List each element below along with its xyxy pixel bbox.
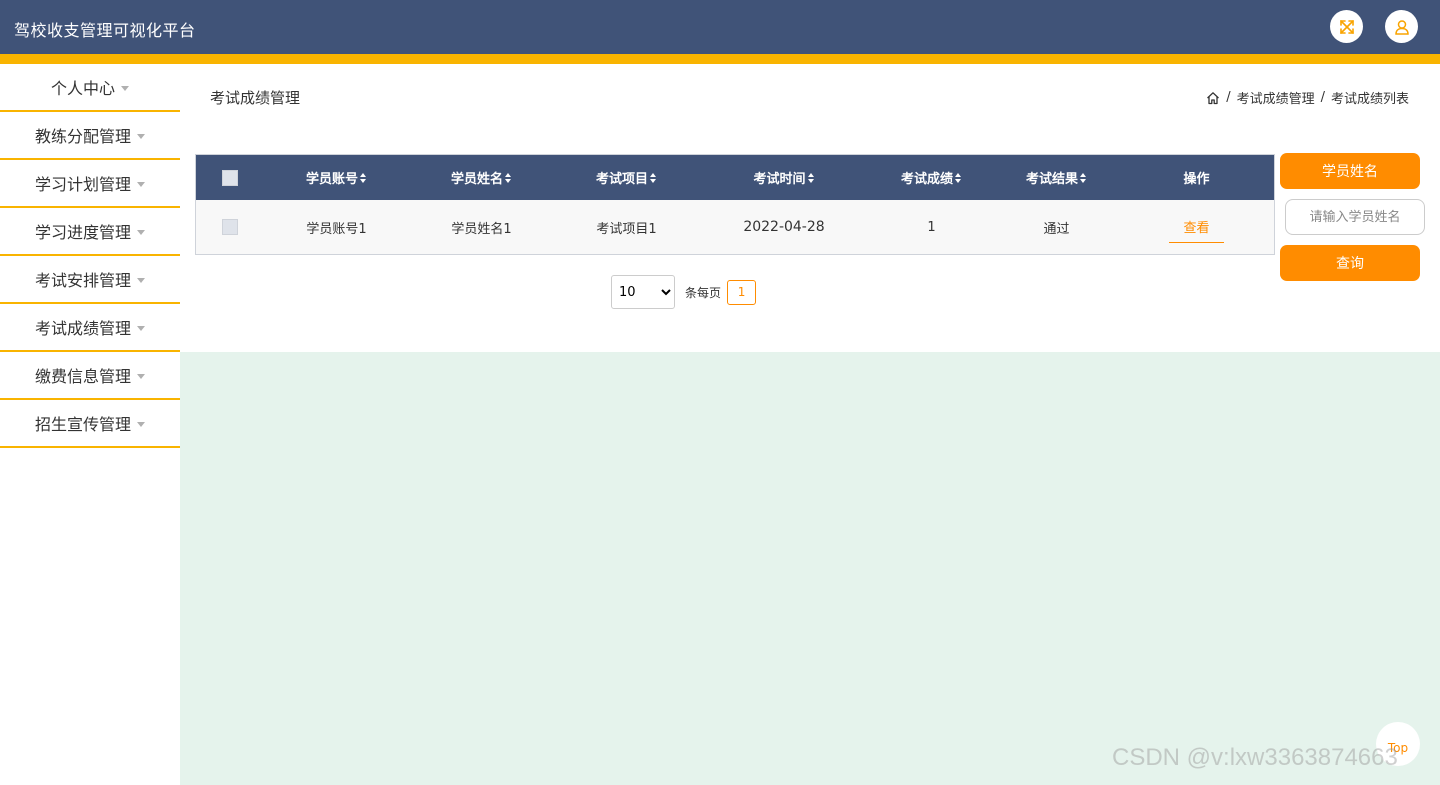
cell-subject: 考试项目1: [596, 221, 657, 237]
sidebar-item-label: 学习计划管理: [34, 175, 131, 194]
query-button[interactable]: 查询: [1280, 245, 1420, 281]
select-all-cell: [196, 169, 264, 186]
breadcrumb-separator: /: [1320, 90, 1325, 105]
column-header[interactable]: 学员姓名: [409, 168, 554, 187]
table-row: 学员账号1 学员姓名1 考试项目1 2022-04-28 1 通过 查看: [196, 200, 1274, 254]
row-checkbox[interactable]: [222, 219, 238, 235]
student-name-search-input[interactable]: [1285, 199, 1425, 235]
column-header-label: 考试时间: [753, 172, 806, 187]
column-header[interactable]: 考试成绩: [869, 168, 994, 187]
column-header-label: 学员姓名: [450, 172, 503, 187]
sidebar-item-label: 学习进度管理: [34, 223, 131, 242]
sidebar-item-study-progress[interactable]: 学习进度管理: [0, 208, 180, 256]
caret-down-icon: [137, 133, 145, 139]
select-all-checkbox[interactable]: [222, 169, 238, 186]
sidebar-menu: 个人中心 教练分配管理 学习计划管理 学习进度管理 考试安排管理 考试成绩管理 …: [0, 64, 180, 785]
sidebar-item-payment-info[interactable]: 缴费信息管理: [0, 352, 180, 400]
expand-arrows-icon: [1339, 19, 1354, 34]
cell-result: 通过: [1043, 221, 1070, 237]
top-header: 驾校收支管理可视化平台: [0, 0, 1440, 54]
caret-down-icon: [137, 325, 145, 331]
cell-account: 学员账号1: [306, 221, 367, 237]
sidebar-item-enrollment-promo[interactable]: 招生宣传管理: [0, 400, 180, 448]
page-number-button[interactable]: 1: [727, 279, 757, 305]
sort-icon: [1080, 172, 1087, 183]
cell-time: 2022-04-28: [743, 219, 825, 235]
per-page-label: 条每页: [685, 285, 722, 300]
home-icon[interactable]: [1206, 91, 1220, 105]
watermark: CSDN @v:lxw3363874663: [1112, 744, 1398, 771]
sidebar-item-label: 招生宣传管理: [34, 415, 131, 434]
cell-action: 查看: [1119, 211, 1274, 243]
caret-down-icon: [137, 181, 145, 187]
sort-icon: [360, 172, 367, 183]
sort-icon: [650, 172, 657, 183]
column-header-label: 学员账号: [305, 172, 358, 187]
column-header-label: 考试结果: [1025, 172, 1078, 187]
sidebar-item-label: 教练分配管理: [34, 127, 131, 146]
page-title: 考试成绩管理: [210, 89, 301, 107]
user-profile-button[interactable]: [1385, 10, 1418, 43]
breadcrumb-item: 考试成绩列表: [1330, 92, 1409, 107]
caret-down-icon: [137, 373, 145, 379]
sort-icon: [505, 172, 512, 183]
fullscreen-button[interactable]: [1330, 10, 1363, 43]
caret-down-icon: [137, 277, 145, 283]
sidebar-item-label: 考试成绩管理: [34, 319, 131, 338]
breadcrumb: / 考试成绩管理 / 考试成绩列表: [1206, 88, 1409, 107]
column-header[interactable]: 考试结果: [994, 168, 1119, 187]
caret-down-icon: [137, 421, 145, 427]
sort-icon: [807, 172, 815, 183]
row-select-cell: [196, 219, 264, 235]
sidebar-item-coach-assignment[interactable]: 教练分配管理: [0, 112, 180, 160]
scores-table: 学员账号 学员姓名 考试项目 考试时间 考试成绩 考试结果 操作 学员账号1 学…: [195, 154, 1275, 255]
cell-score: 1: [927, 219, 936, 235]
breadcrumb-item[interactable]: 考试成绩管理: [1237, 88, 1315, 107]
column-header: 操作: [1119, 168, 1274, 187]
sidebar-item-exam-scores[interactable]: 考试成绩管理: [0, 304, 180, 352]
sidebar-item-personal-center[interactable]: 个人中心: [0, 64, 180, 112]
cell-name: 学员姓名1: [451, 221, 512, 237]
page-size-select[interactable]: 102050100: [611, 275, 675, 309]
content-background: [180, 352, 1440, 785]
sidebar-item-label: 缴费信息管理: [34, 367, 131, 386]
table-header: 学员账号 学员姓名 考试项目 考试时间 考试成绩 考试结果 操作: [196, 155, 1274, 200]
app-title: 驾校收支管理可视化平台: [14, 21, 196, 40]
pagination: 102050100 条每页 1: [611, 275, 757, 309]
view-button[interactable]: 查看: [1169, 211, 1224, 243]
column-header[interactable]: 考试项目: [554, 168, 699, 187]
sidebar-item-label: 个人中心: [50, 79, 115, 98]
column-header-label: 操作: [1183, 172, 1210, 187]
column-header-label: 考试成绩: [900, 172, 953, 187]
sidebar-item-study-plan[interactable]: 学习计划管理: [0, 160, 180, 208]
caret-down-icon: [121, 85, 129, 91]
sort-icon: [955, 172, 962, 183]
breadcrumb-separator: /: [1226, 90, 1231, 105]
column-header[interactable]: 学员账号: [264, 168, 409, 187]
column-header-label: 考试项目: [595, 172, 648, 187]
caret-down-icon: [137, 229, 145, 235]
sidebar-item-label: 考试安排管理: [34, 271, 131, 290]
column-header[interactable]: 考试时间: [699, 168, 869, 187]
header-accent-stripe: [0, 54, 1440, 64]
sidebar-item-exam-schedule[interactable]: 考试安排管理: [0, 256, 180, 304]
field-label-button[interactable]: 学员姓名: [1280, 153, 1420, 189]
user-icon: [1394, 19, 1409, 35]
